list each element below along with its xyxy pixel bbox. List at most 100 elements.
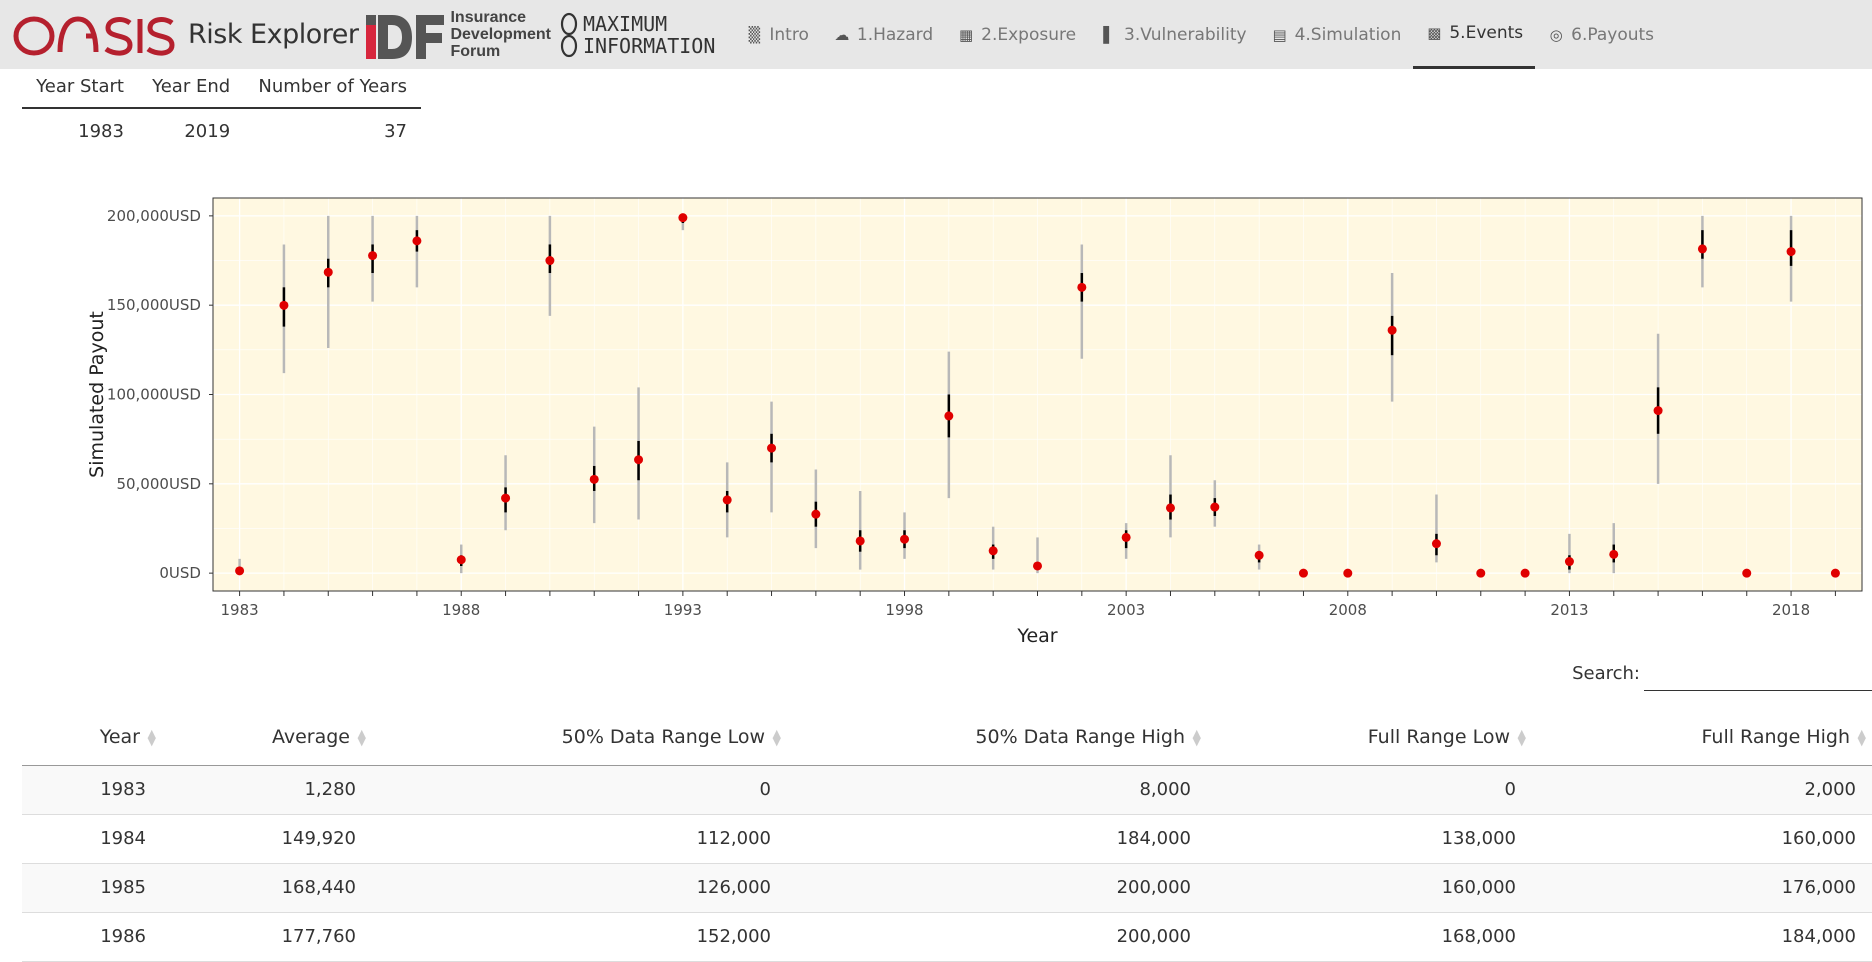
column-header[interactable]: 50% Data Range High ▲ ▼ [787, 710, 1207, 766]
idf-logo-text: Insurance Development Forum [450, 9, 551, 60]
brand-text: Risk Explorer [188, 19, 359, 50]
summary-header: Year Start [22, 70, 138, 109]
tab-vulnerability[interactable]: ▌ 3.Vulnerability [1088, 0, 1259, 69]
tab-label: 2.Exposure [981, 24, 1077, 45]
average-point [1609, 549, 1619, 559]
search-input[interactable] [1644, 655, 1872, 691]
column-header-label: Year [99, 726, 140, 749]
x-axis-title: Year [1016, 625, 1057, 647]
sort-icon: ▲ ▼ [1857, 727, 1866, 748]
average-point [589, 474, 599, 484]
average-point [1254, 550, 1264, 560]
tab-label: Intro [769, 24, 809, 45]
column-header[interactable]: Average ▲ ▼ [162, 710, 372, 766]
table-cell: 177,760 [162, 912, 372, 962]
average-point [1653, 406, 1663, 416]
sort-icon: ▲ ▼ [357, 727, 366, 748]
table-row: 1985 168,440 126,000 200,000 160,000 176,000 [22, 863, 1872, 913]
column-header[interactable]: 50% Data Range Low ▲ ▼ [372, 710, 787, 766]
table-cell: 138,000 [1207, 814, 1532, 864]
idf-logo: Insurance Development Forum [364, 7, 551, 63]
x-tick-label: 2003 [1107, 601, 1145, 619]
sort-icon: ▲ ▼ [147, 727, 156, 748]
summary-header: Number of Years [244, 70, 421, 109]
column-header[interactable]: Year ▲ ▼ [22, 710, 162, 766]
x-tick-label: 1998 [885, 601, 923, 619]
table-cell: 8,000 [787, 765, 1207, 815]
tab-hazard[interactable]: ☁ 1.Hazard [821, 0, 945, 69]
table-cell: 0 [1207, 765, 1532, 815]
sort-icon: ▲ ▼ [1517, 727, 1526, 748]
y-axis-title: Simulated Payout [86, 311, 108, 478]
average-point [1387, 325, 1397, 335]
average-point [1697, 244, 1707, 254]
table-cell: 1986 [22, 912, 162, 962]
x-tick-label: 1983 [221, 601, 259, 619]
column-header[interactable]: Full Range High ▲ ▼ [1532, 710, 1872, 766]
average-point [1564, 557, 1574, 567]
average-point [1033, 561, 1042, 571]
bar-chart-icon: ▩ [1427, 24, 1442, 42]
search-box: Search: [1572, 655, 1872, 691]
average-point [988, 546, 998, 556]
column-header-label: Full Range Low [1367, 726, 1510, 749]
tab-events[interactable]: ▩ 5.Events [1413, 0, 1536, 69]
average-point [1476, 568, 1486, 578]
table-cell: 168,440 [162, 863, 372, 913]
nav-tabs: ▒ Intro ☁ 1.Hazard ▦ 2.Exposure ▌ 3.Vuln… [733, 0, 1666, 69]
tab-intro[interactable]: ▒ Intro [733, 0, 820, 69]
tab-exposure[interactable]: ▦ 2.Exposure [945, 0, 1088, 69]
average-point [1165, 503, 1175, 513]
tab-payouts[interactable]: ◎ 6.Payouts [1535, 0, 1666, 69]
column-header[interactable]: Full Range Low ▲ ▼ [1207, 710, 1532, 766]
tab-label: 4.Simulation [1294, 24, 1402, 45]
average-point [678, 213, 688, 223]
average-point [944, 411, 954, 421]
table-cell: 200,000 [787, 863, 1207, 913]
brand[interactable]: Risk Explorer Insurance Development Forum … [0, 0, 715, 69]
sort-icon: ▲ ▼ [1192, 727, 1201, 748]
table-cell: 176,000 [1532, 863, 1872, 913]
average-point [501, 493, 511, 503]
average-point [1830, 568, 1840, 578]
average-point [1121, 532, 1131, 542]
target-icon: ◎ [1549, 25, 1563, 44]
table-cell: 1985 [22, 863, 162, 913]
table-cell: 2,000 [1532, 765, 1872, 815]
x-tick-label: 1993 [664, 601, 702, 619]
average-point [235, 566, 245, 576]
calculator-icon: ▤ [1272, 25, 1287, 44]
column-header-label: 50% Data Range High [975, 726, 1185, 749]
search-label: Search: [1572, 662, 1640, 684]
average-point [1431, 539, 1441, 549]
tab-simulation[interactable]: ▤ 4.Simulation [1259, 0, 1414, 69]
y-tick-label: 100,000USD [107, 386, 201, 404]
building-grid-icon: ▦ [959, 25, 974, 44]
x-tick-label: 2008 [1329, 601, 1367, 619]
table-cell: 0 [372, 765, 787, 815]
average-point [1343, 568, 1353, 578]
x-tick-label: 2013 [1550, 601, 1588, 619]
average-point [1786, 247, 1796, 257]
x-tick-label: 2018 [1772, 601, 1810, 619]
table-cell: 160,000 [1532, 814, 1872, 864]
average-point [545, 256, 555, 266]
crumbling-building-icon: ▌ [1103, 25, 1115, 44]
mi-logo: MAXIMUM INFORMATION [559, 10, 715, 60]
y-tick-label: 50,000USD [116, 475, 201, 493]
average-point [900, 534, 910, 544]
tab-label: 6.Payouts [1571, 24, 1655, 45]
y-tick-label: 0USD [159, 564, 201, 582]
events-chart: 0USD 50,000USD 100,000USD 150,000USD 200,000… [0, 190, 1872, 650]
table-cell: 1984 [22, 814, 162, 864]
average-point [1210, 502, 1220, 512]
chart-svg: 0USD 50,000USD 100,000USD 150,000USD 200,000… [86, 197, 1863, 647]
average-point [1298, 568, 1308, 578]
tab-label: 5.Events [1449, 23, 1524, 43]
table-cell: 200,000 [787, 912, 1207, 962]
column-header-label: Full Range High [1701, 726, 1850, 749]
table-cell: 168,000 [1207, 912, 1532, 962]
average-point [456, 555, 466, 565]
summary-table: Year Start Year End Number of Years 1983… [22, 70, 421, 154]
summary-year-end: 2019 [184, 121, 231, 142]
